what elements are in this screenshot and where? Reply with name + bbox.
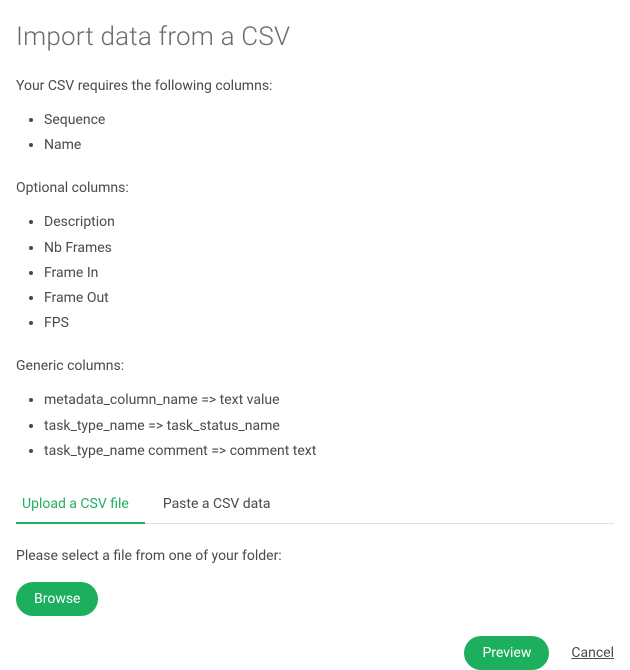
dialog-title: Import data from a CSV bbox=[16, 22, 614, 52]
list-item: metadata_column_name => text value bbox=[44, 388, 614, 413]
tabs: Upload a CSV file Paste a CSV data bbox=[16, 486, 614, 524]
required-columns-list: Sequence Name bbox=[16, 108, 614, 158]
list-item: task_type_name comment => comment text bbox=[44, 439, 614, 464]
list-item: Sequence bbox=[44, 108, 614, 133]
list-item: Frame In bbox=[44, 261, 614, 286]
list-item: task_type_name => task_status_name bbox=[44, 414, 614, 439]
tab-paste-csv[interactable]: Paste a CSV data bbox=[145, 486, 287, 524]
required-columns-label: Your CSV requires the following columns: bbox=[16, 78, 614, 94]
optional-columns-list: Description Nb Frames Frame In Frame Out… bbox=[16, 210, 614, 336]
generic-columns-label: Generic columns: bbox=[16, 358, 614, 374]
dialog-actions: Preview Cancel bbox=[16, 636, 614, 670]
list-item: Description bbox=[44, 210, 614, 235]
tab-upload-csv[interactable]: Upload a CSV file bbox=[16, 486, 145, 524]
list-item: FPS bbox=[44, 311, 614, 336]
list-item: Nb Frames bbox=[44, 236, 614, 261]
generic-columns-list: metadata_column_name => text value task_… bbox=[16, 388, 614, 464]
upload-instruction: Please select a file from one of your fo… bbox=[16, 548, 614, 564]
optional-columns-label: Optional columns: bbox=[16, 180, 614, 196]
list-item: Frame Out bbox=[44, 286, 614, 311]
list-item: Name bbox=[44, 133, 614, 158]
browse-button[interactable]: Browse bbox=[16, 582, 98, 616]
preview-button[interactable]: Preview bbox=[464, 636, 549, 670]
cancel-link[interactable]: Cancel bbox=[571, 645, 614, 661]
